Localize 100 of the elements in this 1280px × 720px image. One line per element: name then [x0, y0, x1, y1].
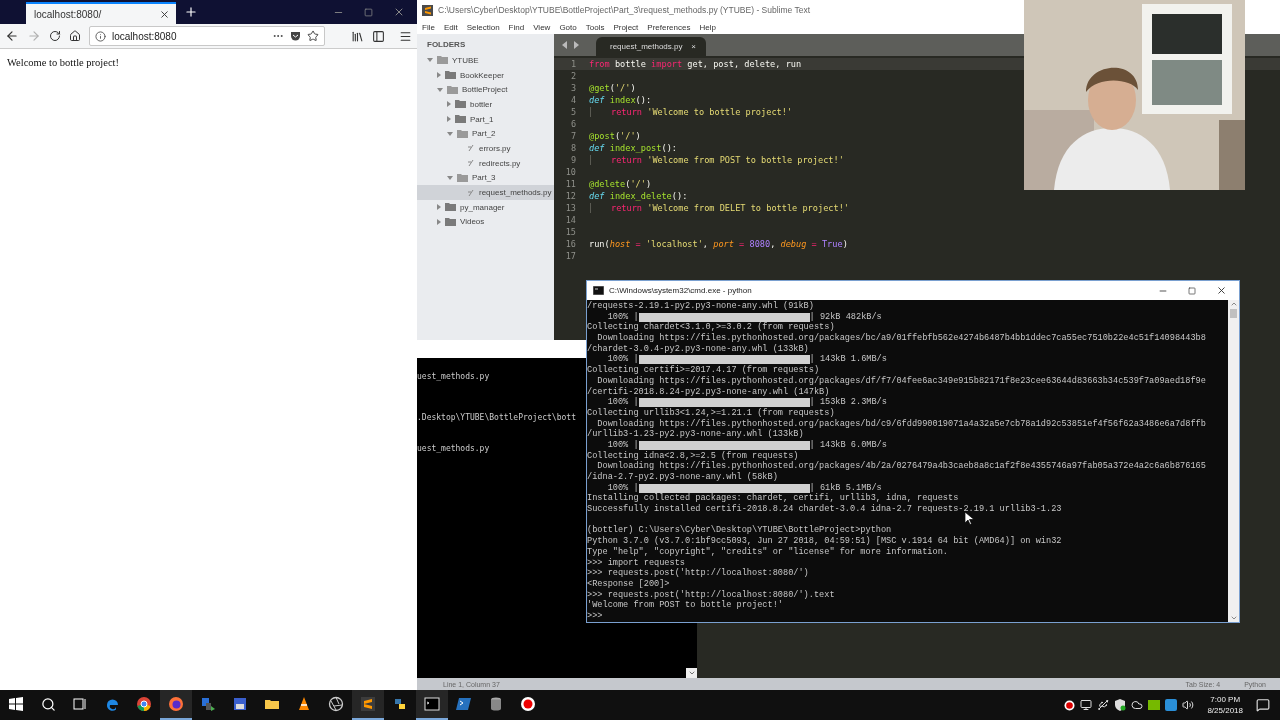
menu-item[interactable]: Find	[508, 22, 525, 32]
terminal-line: Downloading https://files.pythonhosted.org/packages/4b/2a/0276479a4b3caeb8a8c1af2f8e4355746a97fab05a372e4a2c6a6b876165	[596, 461, 1206, 472]
star-icon[interactable]	[307, 30, 319, 42]
folder-item[interactable]: Part_1	[417, 111, 554, 127]
folder-icon	[445, 217, 456, 226]
search-icon	[40, 696, 56, 712]
mouse-pointer-icon	[965, 512, 975, 525]
info-icon	[95, 30, 106, 42]
library-icon[interactable]	[351, 29, 364, 43]
record-icon	[520, 696, 536, 712]
shield-icon[interactable]	[1114, 699, 1127, 711]
progress-percent: 100% |	[606, 311, 639, 322]
code-line: @post('/')	[589, 131, 641, 141]
folder-item[interactable]: BottleProject	[417, 82, 554, 98]
terminal-line: /requests-2.19.1-py2.py3-none-any.whl (91kB)	[587, 301, 814, 312]
progress-reading: | 143kB 6.0MB/s	[809, 439, 887, 451]
terminal-line: Installing collected packages: chardet, certifi, urllib3, idna, requests	[587, 493, 959, 504]
code-line: @delete('/')	[589, 179, 652, 189]
home-icon[interactable]	[69, 30, 81, 42]
taskbar-button[interactable]	[160, 690, 192, 720]
taskbar-button[interactable]	[416, 690, 448, 720]
expand-arrow-icon	[447, 131, 453, 136]
cloud-icon[interactable]	[1131, 699, 1144, 711]
folder-item[interactable]: Part_3	[417, 170, 554, 186]
window-title: C:\Windows\system32\cmd.exe - python	[609, 286, 752, 295]
line-number: 13	[564, 203, 577, 213]
terminal-line: >>> import requests	[587, 557, 685, 568]
expand-arrow-icon	[447, 116, 451, 123]
app-tile-icon[interactable]	[1165, 699, 1178, 711]
address-bar[interactable]: localhost:8080	[89, 26, 325, 46]
folder-item[interactable]: bottler	[417, 97, 554, 112]
terminal-line: >>> requests.post('http://localhost:8080/')	[587, 568, 809, 579]
pocket-icon[interactable]	[290, 31, 301, 41]
menu-item[interactable]: View	[533, 22, 551, 32]
line-number: 5	[569, 107, 577, 117]
terminal-line: Downloading https://files.pythonhosted.org/packages/bd/c9/6fdd990019071a4a32a5e7cb78a1d92c53851ef4f56f62a3486e6a7d8ffb	[596, 418, 1206, 429]
menu-item[interactable]: File	[422, 22, 435, 32]
scroll-thumb[interactable]	[1230, 309, 1237, 318]
aperture-icon	[328, 696, 344, 712]
record-icon[interactable]	[1064, 699, 1076, 711]
new-tab-icon[interactable]	[184, 5, 198, 19]
notification-icon[interactable]	[1256, 698, 1270, 712]
network-icon	[200, 696, 216, 712]
terminal-line: Python 3.7.0 (v3.7.0:1bf9cc5093, Jun 27 2018, 04:59:51) [MSC v.1914 64 bit (AMD64)] on win32	[587, 536, 1062, 547]
close-icon[interactable]	[393, 6, 405, 18]
menu-item[interactable]: Help	[699, 22, 716, 32]
gpu-icon[interactable]	[1148, 700, 1161, 710]
code-line: def index_delete():	[589, 191, 688, 201]
line-number: 15	[564, 227, 577, 237]
menu-item[interactable]: Edit	[443, 22, 458, 32]
maximize-icon[interactable]	[364, 7, 373, 17]
close-tab-icon[interactable]: ×	[691, 42, 696, 51]
menu-item[interactable]: Tools	[585, 22, 605, 32]
task-view-icon	[72, 696, 88, 712]
script-item[interactable]: errors.py	[417, 141, 554, 156]
folder-item[interactable]: py_manager	[417, 199, 554, 215]
page-text: Welcome to bottle project!	[7, 57, 120, 68]
folder-item[interactable]: Videos	[417, 214, 554, 230]
usb-icon[interactable]	[1097, 699, 1110, 711]
scroll-up-icon[interactable]	[1229, 300, 1238, 308]
folder-item[interactable]: YTUBE	[417, 53, 554, 68]
menu-item[interactable]: Preferences	[647, 22, 691, 32]
terminal-line: uest_methods.py	[417, 444, 490, 453]
line-number: 3	[569, 83, 577, 93]
terminal-line: uest_methods.py	[417, 372, 490, 381]
terminal-line: Collecting chardet<3.1.0,>=3.0.2 (from requests)	[587, 322, 835, 333]
close-icon[interactable]	[159, 8, 170, 20]
menu-item[interactable]: Selection	[466, 22, 500, 32]
scrollbar[interactable]	[1228, 300, 1239, 622]
taskbar-button[interactable]	[352, 690, 384, 720]
script-item[interactable]: redirects.py	[417, 155, 554, 171]
folder-icon	[445, 71, 456, 80]
sidebar-icon[interactable]	[372, 29, 385, 43]
folder-icon	[445, 203, 456, 212]
folder-item[interactable]: BookKeeper	[417, 67, 554, 83]
script-item[interactable]: request_methods.py	[417, 185, 554, 200]
line-number: 8	[569, 143, 577, 153]
snake-logo-icon	[392, 696, 408, 712]
back-icon[interactable]	[5, 29, 19, 43]
folder-item[interactable]: Part_2	[417, 126, 554, 142]
reload-icon[interactable]	[49, 30, 61, 42]
menu-item[interactable]: Project	[613, 22, 639, 32]
scroll-down-icon[interactable]	[687, 669, 696, 677]
code-line: @get('/')	[589, 83, 636, 93]
menu-item[interactable]: Goto	[559, 22, 577, 32]
monitor-icon[interactable]	[1080, 699, 1093, 711]
volume-icon[interactable]	[1182, 699, 1195, 711]
clock[interactable]: 7:00 PM 8/25/2018	[1199, 694, 1251, 716]
expand-arrow-icon	[447, 175, 453, 180]
scroll-down-icon[interactable]	[1229, 614, 1238, 622]
browser-tab[interactable]: localhost:8080/	[26, 2, 176, 24]
maximize-icon[interactable]	[1188, 286, 1196, 295]
code-line: def index():	[589, 95, 652, 105]
file-tab[interactable]: request_methods.py ×	[596, 37, 706, 56]
line-number: 9	[569, 155, 577, 165]
menu-icon[interactable]	[399, 29, 412, 43]
folder-icon	[455, 100, 466, 109]
code-line: def index_post():	[589, 143, 677, 153]
terminal-line: 'Welcome from POST to bottle project!'	[587, 600, 783, 611]
close-icon[interactable]	[1216, 285, 1227, 296]
